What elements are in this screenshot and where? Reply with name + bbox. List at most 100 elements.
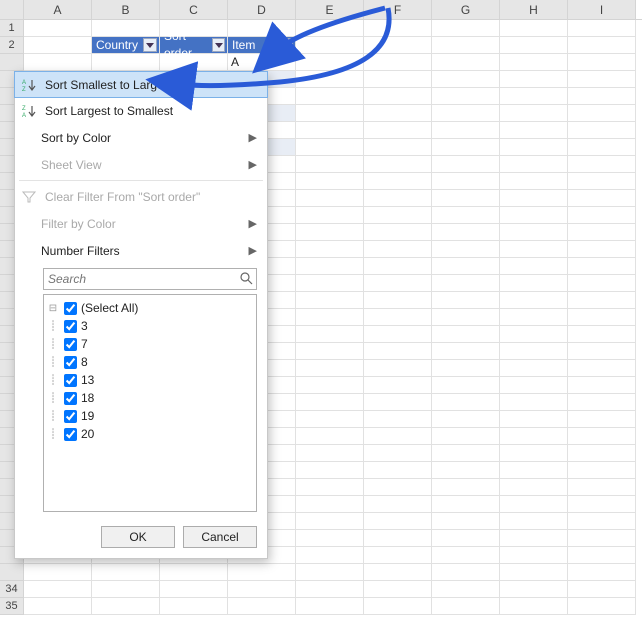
cell[interactable] xyxy=(296,258,364,275)
checkbox[interactable] xyxy=(64,320,77,333)
cell[interactable] xyxy=(432,173,500,190)
cell[interactable] xyxy=(500,530,568,547)
cell[interactable] xyxy=(568,275,636,292)
cell[interactable] xyxy=(296,224,364,241)
cell[interactable] xyxy=(364,479,432,496)
cell[interactable] xyxy=(568,309,636,326)
row-head[interactable] xyxy=(0,54,24,71)
cell[interactable] xyxy=(296,411,364,428)
cell[interactable] xyxy=(364,360,432,377)
filter-check-item[interactable]: ┊8 xyxy=(46,353,254,371)
cell[interactable] xyxy=(364,241,432,258)
cell[interactable] xyxy=(432,224,500,241)
cell[interactable] xyxy=(432,411,500,428)
cell[interactable] xyxy=(432,275,500,292)
cell[interactable] xyxy=(568,462,636,479)
cell[interactable] xyxy=(296,241,364,258)
cell[interactable] xyxy=(568,564,636,581)
cell[interactable] xyxy=(432,530,500,547)
checkbox[interactable] xyxy=(64,356,77,369)
cell[interactable] xyxy=(296,20,364,37)
cell[interactable] xyxy=(228,564,296,581)
cell[interactable] xyxy=(568,343,636,360)
filter-check-item[interactable]: ┊13 xyxy=(46,371,254,389)
cell[interactable] xyxy=(500,343,568,360)
cell[interactable] xyxy=(500,326,568,343)
cell[interactable] xyxy=(296,37,364,54)
cell[interactable] xyxy=(364,462,432,479)
cell[interactable] xyxy=(500,37,568,54)
checkbox[interactable] xyxy=(64,338,77,351)
cell[interactable] xyxy=(500,190,568,207)
cell[interactable] xyxy=(296,428,364,445)
filter-check-item[interactable]: ⊟(Select All) xyxy=(46,299,254,317)
row-head[interactable] xyxy=(0,564,24,581)
cell[interactable] xyxy=(568,37,636,54)
cell[interactable] xyxy=(432,462,500,479)
cell[interactable] xyxy=(364,411,432,428)
cell[interactable] xyxy=(568,411,636,428)
cell[interactable] xyxy=(500,377,568,394)
cell[interactable] xyxy=(568,326,636,343)
filter-check-item[interactable]: ┊3 xyxy=(46,317,254,335)
cell[interactable] xyxy=(364,207,432,224)
checkbox[interactable] xyxy=(64,392,77,405)
cell[interactable] xyxy=(500,20,568,37)
cell[interactable] xyxy=(432,564,500,581)
cell[interactable] xyxy=(432,343,500,360)
cell[interactable] xyxy=(568,377,636,394)
cell[interactable] xyxy=(432,445,500,462)
cell[interactable] xyxy=(432,479,500,496)
cell[interactable] xyxy=(432,292,500,309)
cancel-button[interactable]: Cancel xyxy=(183,526,257,548)
cell[interactable] xyxy=(432,394,500,411)
filter-check-item[interactable]: ┊18 xyxy=(46,389,254,407)
cell[interactable] xyxy=(568,360,636,377)
cell[interactable] xyxy=(500,496,568,513)
cell[interactable] xyxy=(296,173,364,190)
cell[interactable] xyxy=(92,564,160,581)
cell[interactable] xyxy=(568,428,636,445)
cell[interactable] xyxy=(432,360,500,377)
table-header-country[interactable]: Country xyxy=(92,37,160,54)
cell[interactable] xyxy=(296,190,364,207)
cell[interactable] xyxy=(364,394,432,411)
cell[interactable] xyxy=(432,20,500,37)
cell[interactable] xyxy=(432,37,500,54)
cell[interactable] xyxy=(364,547,432,564)
cell[interactable] xyxy=(160,564,228,581)
checkbox[interactable] xyxy=(64,374,77,387)
ok-button[interactable]: OK xyxy=(101,526,175,548)
cell[interactable] xyxy=(364,496,432,513)
cell[interactable] xyxy=(568,292,636,309)
col-head-h[interactable]: H xyxy=(500,0,568,19)
cell[interactable] xyxy=(500,394,568,411)
cell[interactable] xyxy=(364,292,432,309)
cell[interactable] xyxy=(296,462,364,479)
cell[interactable] xyxy=(568,207,636,224)
cell[interactable] xyxy=(364,343,432,360)
cell[interactable] xyxy=(568,224,636,241)
cell[interactable] xyxy=(296,496,364,513)
cell[interactable] xyxy=(364,428,432,445)
cell[interactable] xyxy=(568,241,636,258)
filter-check-item[interactable]: ┊20 xyxy=(46,425,254,443)
cell[interactable] xyxy=(364,173,432,190)
select-all-corner[interactable] xyxy=(0,0,24,19)
table-header-item[interactable]: Item xyxy=(228,37,296,54)
cell[interactable] xyxy=(568,496,636,513)
cell[interactable] xyxy=(500,224,568,241)
cell[interactable] xyxy=(364,37,432,54)
sort-descending[interactable]: ZA Sort Largest to Smallest xyxy=(15,97,267,124)
cell[interactable] xyxy=(296,207,364,224)
row-head[interactable]: 34 xyxy=(0,581,24,598)
cell[interactable] xyxy=(432,258,500,275)
filter-check-item[interactable]: ┊19 xyxy=(46,407,254,425)
cell[interactable] xyxy=(568,530,636,547)
cell[interactable] xyxy=(364,309,432,326)
cell[interactable] xyxy=(432,496,500,513)
col-head-e[interactable]: E xyxy=(296,0,364,19)
cell[interactable] xyxy=(500,445,568,462)
cell[interactable] xyxy=(92,20,160,37)
cell[interactable] xyxy=(568,173,636,190)
